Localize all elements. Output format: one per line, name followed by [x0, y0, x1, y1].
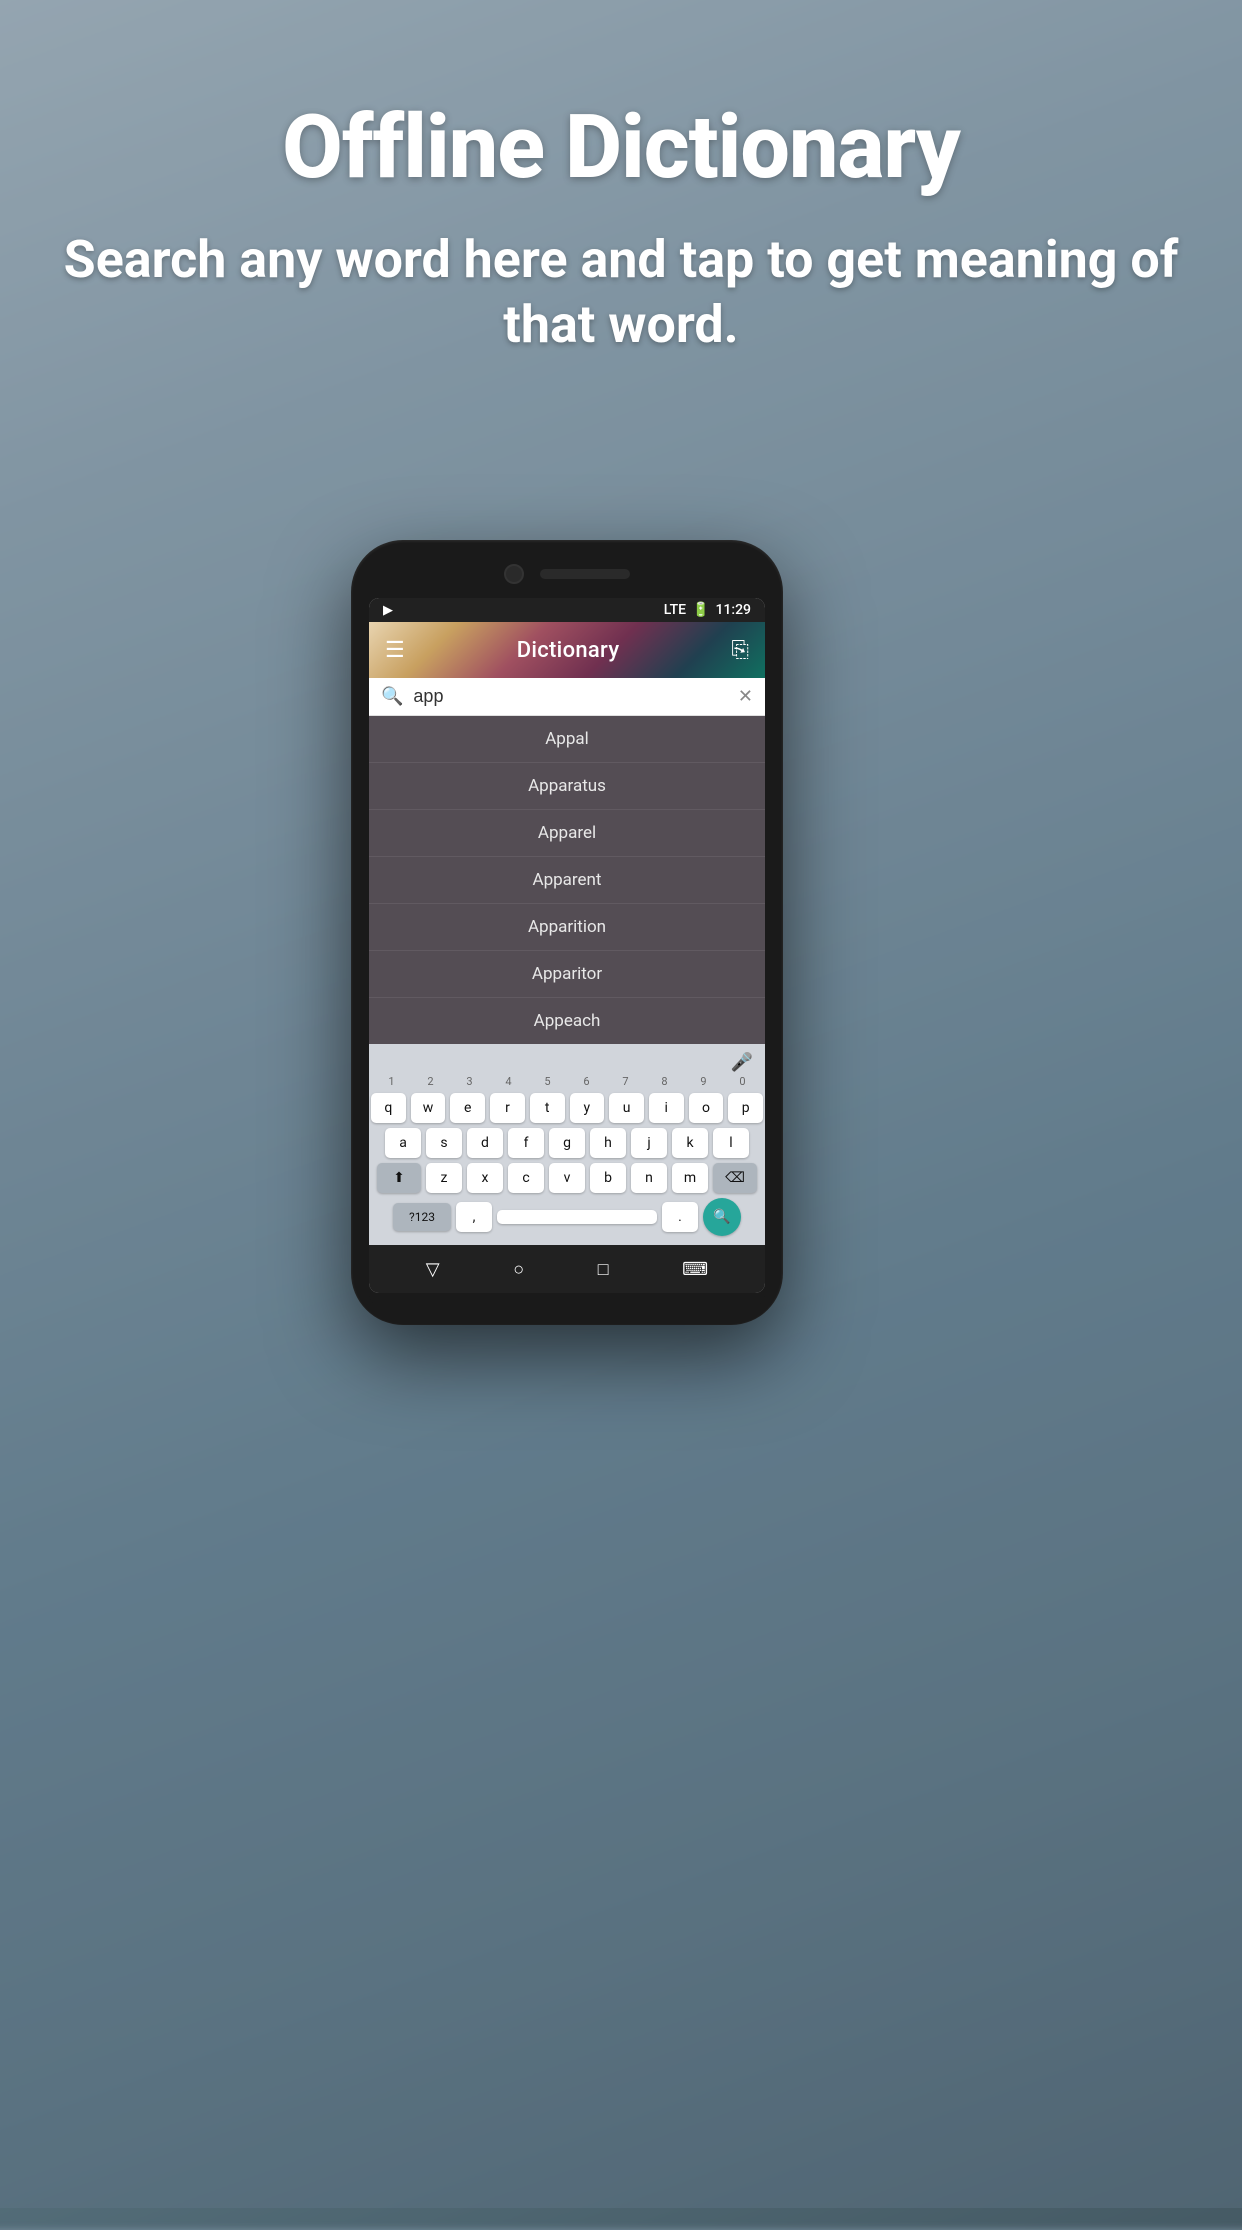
key-v[interactable]: v	[549, 1163, 585, 1193]
period-key[interactable]: .	[662, 1202, 698, 1232]
list-item[interactable]: Appal	[369, 716, 765, 763]
list-item[interactable]: Apparent	[369, 857, 765, 904]
key-f[interactable]: f	[508, 1128, 544, 1158]
list-item[interactable]: Apparition	[369, 904, 765, 951]
shift-key[interactable]: ⬆	[377, 1163, 421, 1193]
clear-icon[interactable]: ✕	[738, 686, 753, 707]
key-m[interactable]: m	[672, 1163, 708, 1193]
status-left: ▶	[383, 603, 393, 618]
num-hint-7: 7	[608, 1073, 644, 1090]
keyboard-row-3: ⬆ z x c v b n m ⌫	[371, 1163, 763, 1193]
recents-button[interactable]: □	[598, 1259, 609, 1280]
menu-icon[interactable]: ☰	[385, 638, 405, 663]
phone-outer: ▶ LTE 🔋 11:29 ☰ Dictionary ⎘ 🔍 ✕	[351, 540, 783, 1325]
num-switch-key[interactable]: ?123	[393, 1203, 451, 1231]
list-item[interactable]: Apparatus	[369, 763, 765, 810]
key-s[interactable]: s	[426, 1128, 462, 1158]
keyboard: 🎤 1 2 3 4 5 6 7 8 9 0 q	[369, 1044, 765, 1245]
key-e[interactable]: e	[450, 1093, 485, 1123]
key-b[interactable]: b	[590, 1163, 626, 1193]
phone-camera	[504, 564, 524, 584]
key-d[interactable]: d	[467, 1128, 503, 1158]
share-icon[interactable]: ⎘	[731, 638, 749, 663]
back-button[interactable]: ▽	[426, 1259, 440, 1280]
list-item[interactable]: Apparel	[369, 810, 765, 857]
keyboard-row-1: q w e r t y u i o p	[371, 1093, 763, 1123]
key-j[interactable]: j	[631, 1128, 667, 1158]
phone-mockup: ▶ LTE 🔋 11:29 ☰ Dictionary ⎘ 🔍 ✕	[351, 540, 891, 1325]
key-p[interactable]: p	[728, 1093, 763, 1123]
status-right: LTE 🔋 11:29	[664, 602, 751, 618]
phone-screen: ▶ LTE 🔋 11:29 ☰ Dictionary ⎘ 🔍 ✕	[369, 598, 765, 1293]
app-bar: ☰ Dictionary ⎘	[369, 622, 765, 678]
backspace-key[interactable]: ⌫	[713, 1163, 757, 1193]
num-hint-1: 1	[374, 1073, 410, 1090]
hero-section: Offline Dictionary Search any word here …	[0, 100, 1242, 357]
status-bar: ▶ LTE 🔋 11:29	[369, 598, 765, 622]
status-play-icon: ▶	[383, 603, 393, 618]
hero-subtitle: Search any word here and tap to get mean…	[40, 227, 1202, 357]
search-bar[interactable]: 🔍 ✕	[369, 678, 765, 716]
battery-icon: 🔋	[692, 602, 709, 618]
home-button[interactable]: ○	[513, 1259, 524, 1280]
keyboard-row-2: a s d f g h j k l	[371, 1128, 763, 1158]
key-o[interactable]: o	[689, 1093, 724, 1123]
phone-speaker	[540, 569, 630, 579]
time-display: 11:29	[715, 602, 751, 618]
key-w[interactable]: w	[411, 1093, 446, 1123]
key-x[interactable]: x	[467, 1163, 503, 1193]
num-hint-5: 5	[530, 1073, 566, 1090]
phone-top-bar	[369, 558, 765, 598]
list-item[interactable]: Apparitor	[369, 951, 765, 998]
num-hint-9: 9	[686, 1073, 722, 1090]
hero-title: Offline Dictionary	[40, 100, 1202, 197]
key-u[interactable]: u	[609, 1093, 644, 1123]
key-k[interactable]: k	[672, 1128, 708, 1158]
mic-icon[interactable]: 🎤	[731, 1052, 753, 1073]
key-g[interactable]: g	[549, 1128, 585, 1158]
num-hint-0: 0	[725, 1073, 761, 1090]
key-c[interactable]: c	[508, 1163, 544, 1193]
num-hint-2: 2	[413, 1073, 449, 1090]
key-i[interactable]: i	[649, 1093, 684, 1123]
spacebar-key[interactable]	[497, 1210, 657, 1224]
keyboard-button[interactable]: ⌨	[682, 1259, 708, 1280]
comma-key[interactable]: ,	[456, 1202, 492, 1232]
key-l[interactable]: l	[713, 1128, 749, 1158]
key-r[interactable]: r	[490, 1093, 525, 1123]
key-n[interactable]: n	[631, 1163, 667, 1193]
key-h[interactable]: h	[590, 1128, 626, 1158]
search-keyboard-button[interactable]: 🔍	[703, 1198, 741, 1236]
word-list: Appal Apparatus Apparel Apparent Apparit…	[369, 716, 765, 1044]
search-input[interactable]	[413, 686, 727, 707]
key-q[interactable]: q	[371, 1093, 406, 1123]
keyboard-bottom-row: ?123 , . 🔍	[371, 1198, 763, 1236]
app-bar-title: Dictionary	[517, 638, 620, 663]
key-a[interactable]: a	[385, 1128, 421, 1158]
phone-bottom-bar	[369, 1293, 765, 1307]
search-icon: 🔍	[381, 686, 403, 707]
bottom-nav: ▽ ○ □ ⌨	[369, 1245, 765, 1293]
key-t[interactable]: t	[530, 1093, 565, 1123]
num-hint-8: 8	[647, 1073, 683, 1090]
signal-indicator: LTE	[664, 602, 686, 618]
num-hint-6: 6	[569, 1073, 605, 1090]
num-hint-4: 4	[491, 1073, 527, 1090]
num-hint-3: 3	[452, 1073, 488, 1090]
key-z[interactable]: z	[426, 1163, 462, 1193]
list-item[interactable]: Appeach	[369, 998, 765, 1044]
key-y[interactable]: y	[570, 1093, 605, 1123]
